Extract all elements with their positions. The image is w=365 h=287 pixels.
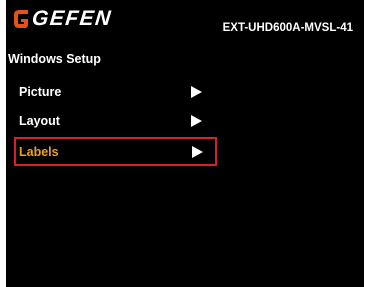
model-name: EXT-UHD600A-MVSL-41 xyxy=(222,22,353,34)
menu-item-label: Picture xyxy=(19,85,62,99)
right-triangle-icon xyxy=(192,145,203,158)
menu-item-layout[interactable]: Layout xyxy=(14,109,217,133)
right-triangle-icon xyxy=(191,115,202,127)
menu-item-label: Labels xyxy=(19,144,59,159)
gefen-logo-mark-icon xyxy=(14,10,28,28)
logo-text: GEFEN xyxy=(30,7,114,30)
menu-item-labels[interactable]: Labels xyxy=(14,137,217,166)
menu-item-label: Layout xyxy=(19,114,60,128)
menu-item-picture[interactable]: Picture xyxy=(14,80,217,104)
right-triangle-icon xyxy=(191,86,202,98)
menu-title: Windows Setup xyxy=(8,52,101,66)
osd-screen: GEFEN EXT-UHD600A-MVSL-41 Windows Setup … xyxy=(6,0,364,287)
gefen-logo: GEFEN xyxy=(12,6,114,32)
